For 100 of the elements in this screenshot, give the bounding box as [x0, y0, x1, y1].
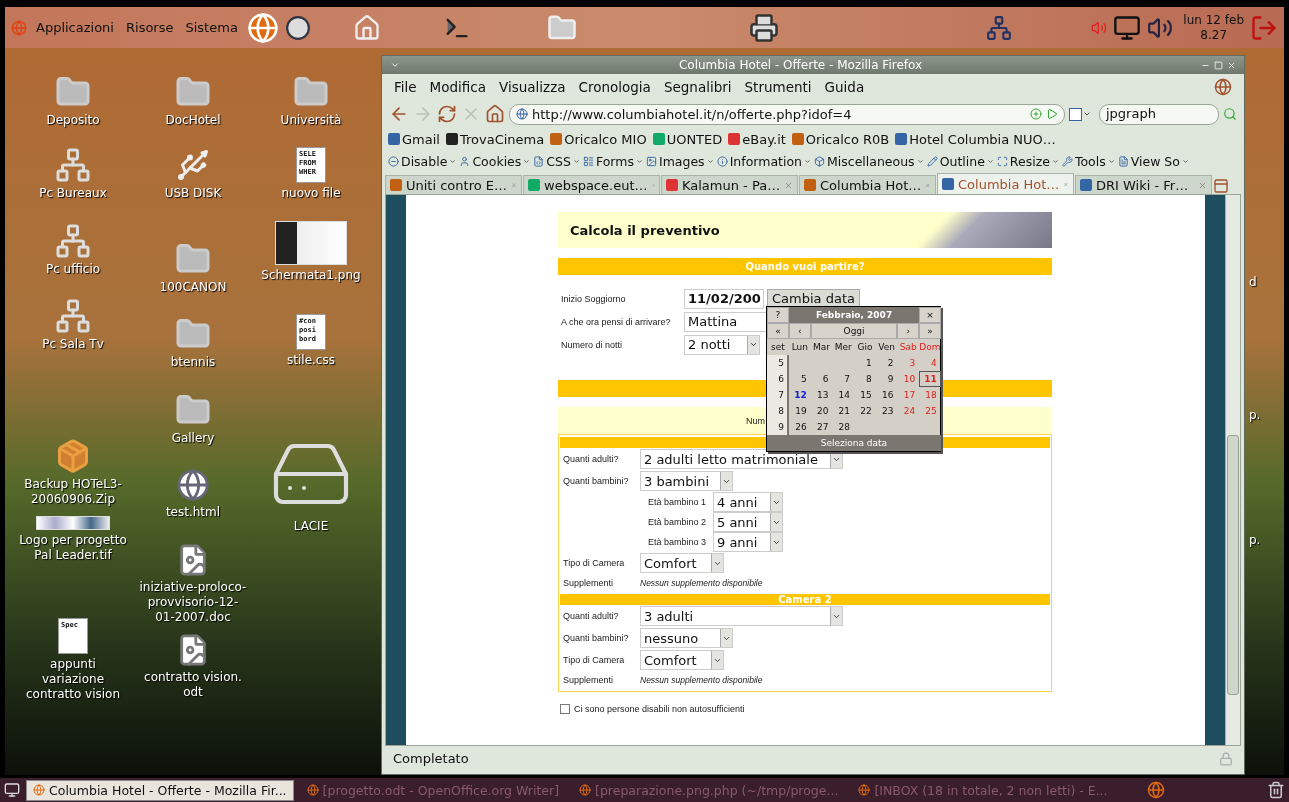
bookmark[interactable]: Hotel Columbia NUO…: [895, 131, 1056, 147]
desktop-icon-label[interactable]: iniziative-proloco-provvisorio-12-01-2007.doc: [138, 580, 248, 625]
desktop-icon-label[interactable]: test.html: [138, 505, 248, 520]
calendar-day[interactable]: 5: [789, 371, 811, 387]
desktop-icon-label[interactable]: contratto vision. odt: [138, 670, 248, 700]
window-menu-icon[interactable]: [390, 60, 400, 70]
desktop-icon-label[interactable]: LACIE: [256, 519, 366, 534]
select-field[interactable]: 2 notti: [684, 334, 760, 355]
bookmark[interactable]: eBay.it: [728, 131, 786, 147]
desktop-icon-label[interactable]: Backup HOTeL3-20060906.Zip: [18, 477, 128, 507]
tab-close-icon[interactable]: [784, 180, 793, 190]
date-input[interactable]: 11/02/200: [684, 288, 764, 309]
menu-item[interactable]: Strumenti: [744, 79, 812, 95]
calendar-day[interactable]: 8: [854, 371, 876, 387]
menu-item[interactable]: Guida: [824, 79, 865, 95]
toolbar-menu[interactable]: Forms: [582, 153, 643, 169]
toolbar-menu[interactable]: Outline: [926, 153, 994, 169]
desktop-icon-label[interactable]: appunti variazione contratto vision: [18, 657, 128, 702]
help-button[interactable]: ?: [767, 307, 789, 323]
desktop-icon-label[interactable]: 100CANON: [138, 280, 248, 295]
toolbar-menu[interactable]: View So: [1117, 153, 1189, 169]
calendar-day[interactable]: 9: [875, 371, 898, 387]
bookmark[interactable]: UONTED: [652, 131, 723, 147]
home-folder-icon[interactable]: [352, 13, 381, 42]
printer-icon[interactable]: [748, 12, 779, 43]
select-field[interactable]: nessuno: [640, 628, 733, 648]
url-field[interactable]: http://www.columbiahotel.it/n/offerte.php?idof=4: [509, 103, 1065, 125]
panel-clock[interactable]: lun 12 feb 8.27: [1183, 12, 1244, 43]
bookmark[interactable]: Oricalco MIO: [550, 131, 647, 147]
calendar-day[interactable]: 16: [875, 387, 898, 403]
calendar-day[interactable]: 19: [789, 403, 811, 419]
desktop-icon-label[interactable]: Pc Bureaux: [18, 186, 128, 201]
desktop-icon-label[interactable]: Pc Sala Tv: [18, 337, 128, 352]
close-button[interactable]: ×: [919, 307, 941, 323]
search-field[interactable]: jpgraph: [1099, 103, 1219, 125]
select-field[interactable]: 3 bambini: [640, 471, 733, 491]
calendar-day[interactable]: 20: [810, 403, 833, 419]
calendar-nav-button[interactable]: »: [919, 323, 941, 339]
desktop-icon-label[interactable]: Università: [256, 113, 366, 128]
select-field[interactable]: 9 anni: [713, 532, 783, 552]
menu-item[interactable]: Segnalibri: [663, 79, 732, 95]
add-icon[interactable]: [1030, 108, 1042, 120]
desktop-icon-label[interactable]: Gallery: [138, 431, 248, 446]
calendar-day[interactable]: 22: [854, 403, 876, 419]
show-desktop-icon[interactable]: [4, 782, 20, 798]
reload-icon[interactable]: [437, 104, 457, 124]
calendar-day[interactable]: 6: [810, 371, 833, 387]
menu-item[interactable]: Modifica: [429, 79, 487, 95]
scrollbar-thumb[interactable]: [1227, 435, 1239, 695]
browser-tab[interactable]: Columbia Hot…: [937, 173, 1074, 194]
calendar-nav-button[interactable]: «: [767, 323, 789, 339]
maximize-icon[interactable]: [1214, 60, 1223, 70]
select-field[interactable]: 4 anni: [713, 492, 783, 512]
calendar-day[interactable]: 28: [832, 419, 855, 435]
desktop-icon-label[interactable]: Pc ufficio: [18, 262, 128, 277]
calendar-nav-button[interactable]: Oggi: [810, 323, 898, 339]
menu-item[interactable]: Visualizza: [499, 79, 566, 95]
select-field[interactable]: Comfort: [640, 650, 724, 670]
panel-menu[interactable]: Sistema: [182, 20, 241, 35]
toolbar-menu[interactable]: Information: [716, 153, 811, 169]
calendar-day[interactable]: 12: [789, 387, 811, 403]
go-icon[interactable]: [1046, 108, 1058, 120]
calendar-day[interactable]: 26: [789, 419, 811, 435]
browser-tab[interactable]: Kalamun - Pa…: [661, 175, 798, 194]
tab-close-icon[interactable]: [1198, 180, 1207, 190]
browser-tab[interactable]: Uniti contro E…: [385, 175, 522, 194]
network-icon[interactable]: [985, 14, 1012, 41]
toolbar-menu[interactable]: Images: [645, 153, 714, 169]
caret-icon[interactable]: [1083, 110, 1091, 118]
desktop-icon-label[interactable]: nuovo file: [256, 186, 366, 201]
trash-icon[interactable]: [1267, 781, 1285, 799]
select-field[interactable]: Comfort: [640, 553, 724, 573]
browser-tab[interactable]: webspace.eut…: [523, 175, 660, 194]
desktop-icon-label[interactable]: btennis: [138, 355, 248, 370]
calendar-day[interactable]: 14: [832, 387, 855, 403]
taskbar-item[interactable]: Columbia Hotel - Offerte - Mozilla Fir...: [26, 779, 294, 801]
logout-icon[interactable]: [1250, 13, 1278, 42]
toolbar-menu[interactable]: Disable: [388, 153, 457, 169]
calendar-day[interactable]: 23: [875, 403, 898, 419]
desktop-icon-label[interactable]: USB DISK: [138, 186, 248, 201]
menu-item[interactable]: File: [394, 79, 417, 95]
tab-list-icon[interactable]: [1213, 178, 1229, 194]
browser-tab[interactable]: Columbia Hot…: [799, 175, 936, 194]
calendar-day[interactable]: 2: [875, 355, 898, 371]
bookmark[interactable]: Gmail: [388, 131, 440, 147]
toolbar-menu[interactable]: Miscellaneous: [814, 153, 924, 169]
search-icon[interactable]: [1223, 107, 1237, 121]
calendar-day[interactable]: 21: [832, 403, 855, 419]
calendar-day[interactable]: 27: [810, 419, 833, 435]
desktop-icon-label[interactable]: Deposito: [18, 113, 128, 128]
panel-menu[interactable]: Risorse: [123, 20, 177, 35]
browser-tab[interactable]: DRI Wiki - Fr…: [1075, 175, 1212, 194]
calendar-day[interactable]: 7: [832, 371, 855, 387]
calendar-day[interactable]: 13: [810, 387, 833, 403]
calendar-day[interactable]: 15: [854, 387, 876, 403]
calendar-nav-button[interactable]: ›: [897, 323, 920, 339]
bookmark[interactable]: TrovaCinema: [445, 131, 545, 147]
select-field[interactable]: 3 adulti: [640, 606, 843, 626]
change-date-button[interactable]: Cambia data: [767, 288, 860, 309]
toolbar-menu[interactable]: Tools: [1061, 153, 1115, 169]
